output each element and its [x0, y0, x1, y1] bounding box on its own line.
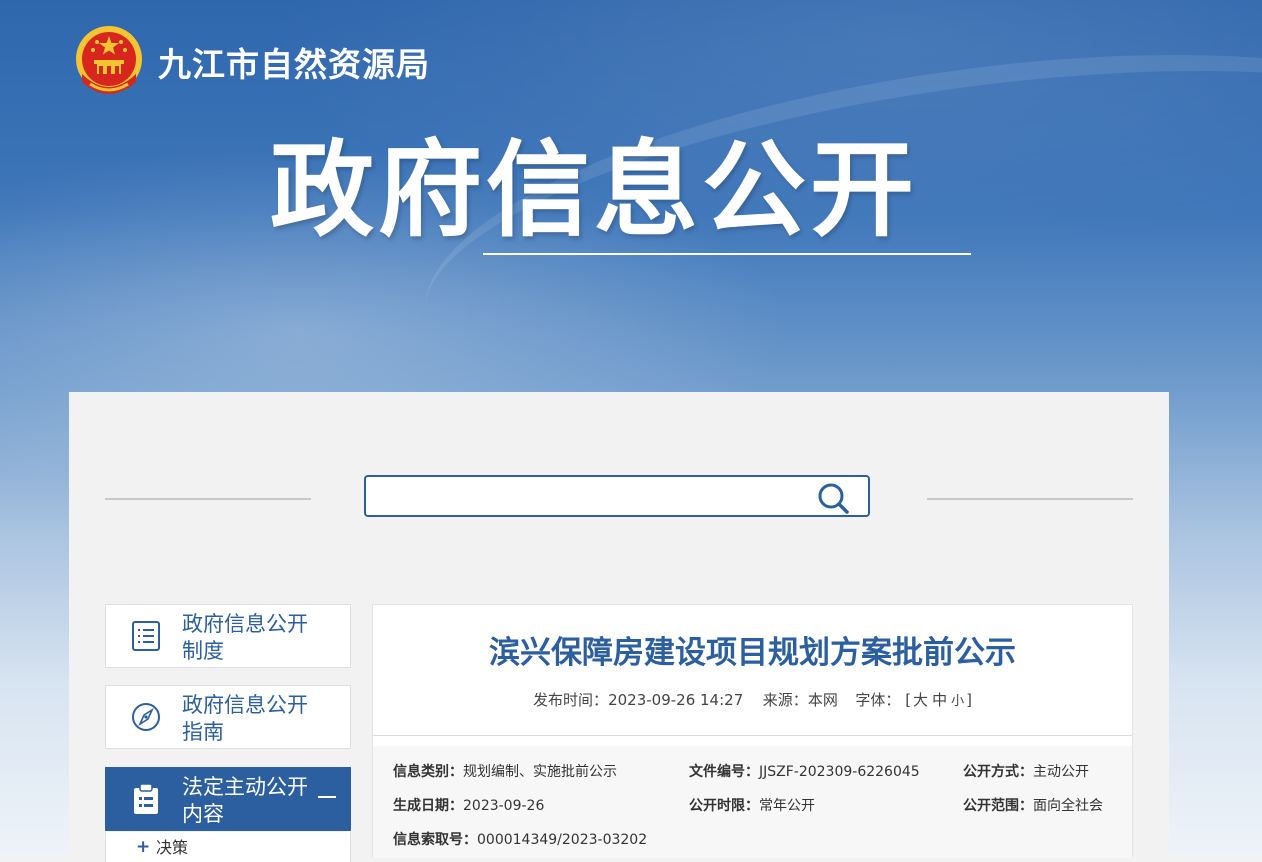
info-doc-number: 文件编号：JJSZF-202309-6226045 [689, 764, 920, 780]
hero-title: 政府信息公开 [270, 129, 919, 251]
info-created-date: 生成日期：2023-09-26 [393, 798, 545, 814]
article-card: 滨兴保障房建设项目规划方案批前公示 发布时间：2023-09-26 14:27 … [372, 604, 1133, 858]
publish-time: 2023-09-26 14:27 [608, 691, 744, 709]
divider-right [927, 498, 1133, 500]
sidebar-subitem-decision[interactable]: + 决策 [105, 832, 351, 862]
search-input[interactable] [376, 481, 810, 513]
main-panel: 政府信息公开制度 政府信息公开指南 法定主动公开内容 + 决策 滨兴保障房建设项… [69, 392, 1169, 862]
info-open-method: 公开方式：主动公开 [963, 764, 1089, 780]
info-category: 信息类别：规划编制、实施批前公示 [393, 764, 617, 780]
clipboard-icon [134, 783, 158, 814]
info-table: 信息类别：规划编制、实施批前公示 文件编号：JJSZF-202309-62260… [373, 746, 1132, 858]
sidebar-item-label: 法定主动公开内容 [182, 775, 308, 826]
font-size-small-button[interactable]: 小 [949, 691, 966, 713]
source-value: 本网 [807, 691, 838, 709]
info-index-number: 信息索取号：000014349/2023-03202 [393, 832, 648, 848]
search-box [364, 475, 870, 517]
divider-left [105, 498, 311, 500]
site-name[interactable]: 九江市自然资源局 [158, 42, 430, 88]
compass-icon [132, 703, 160, 731]
source-label: 来源： [762, 691, 808, 709]
article-meta: 发布时间：2023-09-26 14:27 来源：本网 字体： [大中小] [373, 689, 1132, 713]
sidebar-item-label: 政府信息公开制度 [182, 612, 308, 663]
font-size-label: 字体： [855, 691, 901, 709]
article-divider [373, 735, 1132, 736]
sidebar-item-disclosure-guide[interactable]: 政府信息公开指南 [105, 685, 351, 749]
font-size-large-button[interactable]: 大 [911, 689, 930, 711]
font-size-medium-button[interactable]: 中 [930, 689, 949, 711]
font-size-bracket-close: ] [966, 691, 972, 709]
sidebar-subitem-label: 决策 [156, 838, 189, 857]
expand-icon[interactable]: + [136, 836, 150, 858]
sidebar-item-label: 政府信息公开指南 [182, 693, 308, 744]
publish-label: 发布时间： [533, 691, 609, 709]
sidebar-item-statutory-content[interactable]: 法定主动公开内容 [105, 767, 351, 831]
collapse-icon[interactable] [318, 796, 336, 798]
list-document-icon [132, 621, 160, 651]
info-open-period: 公开时限：常年公开 [689, 798, 815, 814]
info-open-scope: 公开范围：面向全社会 [963, 798, 1103, 814]
hero-underline [483, 253, 971, 255]
national-emblem-icon [76, 26, 142, 94]
sidebar-item-disclosure-system[interactable]: 政府信息公开制度 [105, 604, 351, 668]
search-icon[interactable] [816, 482, 850, 514]
article-title: 滨兴保障房建设项目规划方案批前公示 [489, 635, 1016, 671]
